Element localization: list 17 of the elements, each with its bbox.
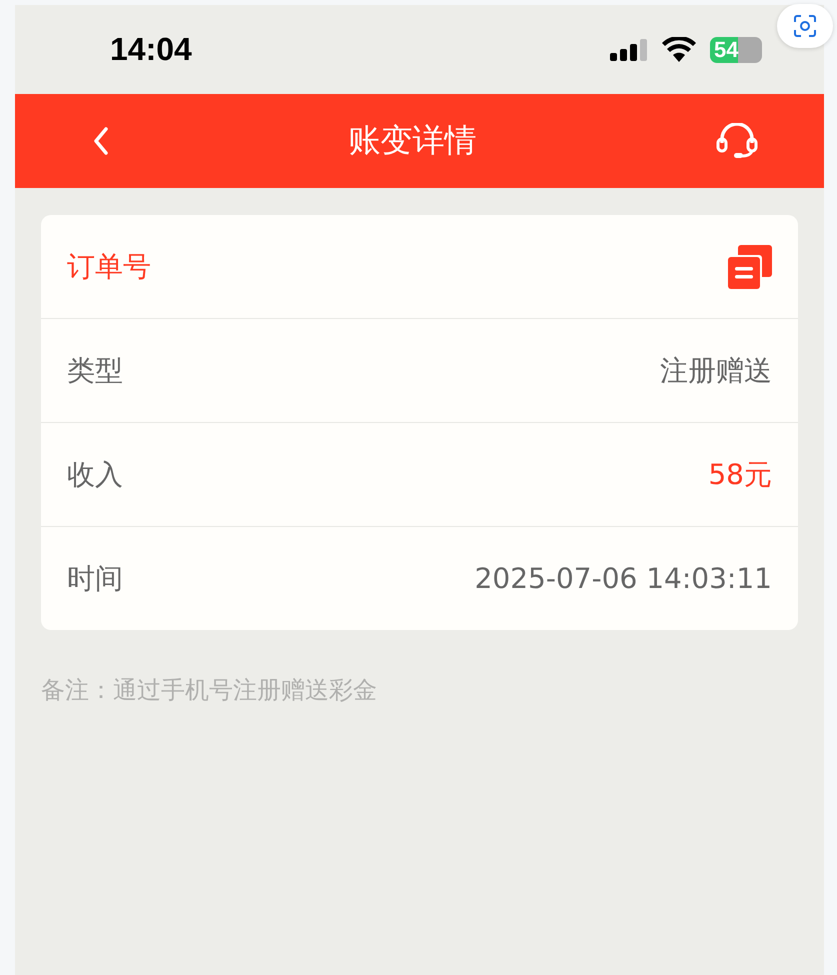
row-value: 2025-07-06 14:03:11 (474, 562, 772, 595)
page-title: 账变详情 (348, 120, 476, 161)
row-label: 收入 (67, 456, 123, 492)
remark-text: 备注：通过手机号注册赠送彩金 (41, 675, 378, 706)
screenshot-button[interactable] (777, 4, 833, 48)
signal-icon (610, 38, 648, 60)
row-value: 58元 (708, 456, 772, 492)
row-value: 注册赠送 (660, 352, 772, 388)
back-icon[interactable] (93, 126, 109, 156)
row-label: 订单号 (67, 248, 151, 284)
scan-icon (793, 14, 817, 38)
headset-icon[interactable] (716, 123, 758, 159)
copy-icon[interactable] (726, 244, 772, 288)
row-label: 时间 (67, 560, 123, 596)
wifi-icon (662, 37, 696, 62)
row-label: 类型 (67, 352, 123, 388)
clock-time: 14:04 (110, 31, 192, 68)
